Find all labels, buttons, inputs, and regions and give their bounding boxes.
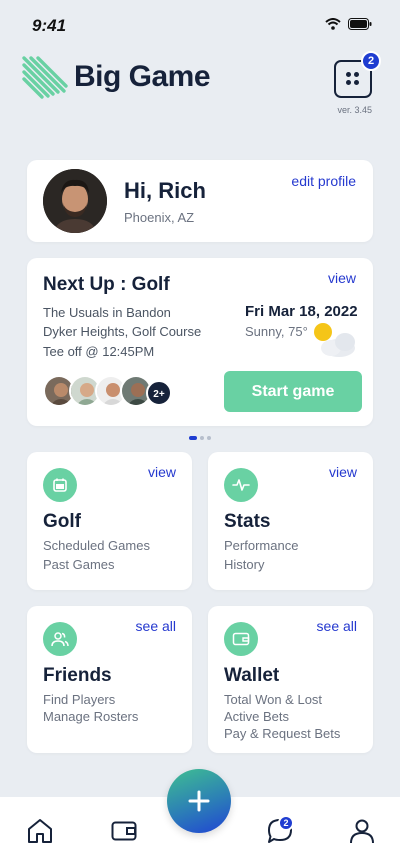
wallet-tile-title: Wallet: [224, 665, 280, 686]
user-avatar: [43, 169, 107, 233]
status-bar: 9:41: [0, 0, 400, 50]
next-up-view-link[interactable]: view: [328, 270, 356, 286]
stats-history[interactable]: History: [224, 557, 264, 572]
nav-profile[interactable]: [348, 817, 376, 845]
golf-tile[interactable]: view Golf Scheduled Games Past Games: [27, 452, 192, 590]
stats-performance[interactable]: Performance: [224, 538, 298, 553]
app-version: ver. 3.45: [337, 105, 372, 115]
grid-dots-icon: [346, 72, 360, 86]
carousel-pagination[interactable]: [189, 436, 211, 440]
wallet-tile[interactable]: see all Wallet Total Won & Lost Active B…: [208, 606, 373, 753]
menu-notification-badge: 2: [361, 51, 381, 71]
nav-wallet[interactable]: [110, 817, 138, 845]
greeting: Hi, Rich: [124, 178, 206, 203]
game-group: The Usuals in Bandon: [43, 305, 171, 320]
status-time: 9:41: [32, 16, 67, 35]
brand-logo: Big Game: [20, 52, 211, 102]
add-icon: [188, 790, 210, 812]
wallet-pay-request-bets[interactable]: Pay & Request Bets: [224, 726, 340, 741]
game-date: Fri Mar 18, 2022: [245, 303, 358, 320]
stats-view-link[interactable]: view: [329, 464, 357, 480]
next-up-card: Next Up : Golf view The Usuals in Bandon…: [27, 258, 373, 426]
next-up-title: Next Up : Golf: [43, 274, 170, 295]
profile-card: Hi, Rich Phoenix, AZ edit profile: [27, 160, 373, 242]
wallet-icon: [111, 821, 137, 841]
start-game-button[interactable]: Start game: [224, 371, 362, 412]
golf-view-link[interactable]: view: [148, 464, 176, 480]
friends-see-all-link[interactable]: see all: [136, 618, 176, 634]
stats-tile[interactable]: view Stats Performance History: [208, 452, 373, 590]
wallet-icon: [224, 622, 258, 656]
game-course: Dyker Heights, Golf Course: [43, 324, 202, 339]
home-icon: [28, 819, 52, 843]
golf-past-games[interactable]: Past Games: [43, 557, 115, 572]
brand-name: Big Game: [74, 60, 211, 93]
profile-icon: [350, 819, 374, 844]
wifi-icon: [325, 18, 341, 30]
nav-home[interactable]: [26, 817, 54, 845]
edit-profile-link[interactable]: edit profile: [291, 173, 356, 189]
game-weather: Sunny, 75°: [245, 324, 308, 339]
calendar-icon: [43, 468, 77, 502]
golf-scheduled-games[interactable]: Scheduled Games: [43, 538, 150, 553]
chat-notification-badge: 2: [278, 815, 294, 831]
partly-sunny-icon: [314, 323, 355, 357]
friends-find-players[interactable]: Find Players: [43, 692, 115, 707]
friends-manage-rosters[interactable]: Manage Rosters: [43, 709, 138, 724]
activity-icon: [224, 468, 258, 502]
add-game-button[interactable]: [167, 769, 231, 833]
wallet-active-bets[interactable]: Active Bets: [224, 709, 289, 724]
friends-tile-title: Friends: [43, 665, 112, 686]
more-players-badge: 2+: [146, 380, 172, 406]
users-icon: [43, 622, 77, 656]
game-tee-off: Tee off @ 12:45PM: [43, 344, 155, 359]
stats-tile-title: Stats: [224, 511, 271, 532]
status-icons: [325, 18, 372, 30]
wallet-total-won-lost[interactable]: Total Won & Lost: [224, 692, 322, 707]
brand-mark-icon: [22, 56, 68, 99]
friends-tile[interactable]: see all Friends Find Players Manage Rost…: [27, 606, 192, 753]
wallet-see-all-link[interactable]: see all: [317, 618, 357, 634]
user-location: Phoenix, AZ: [124, 210, 195, 225]
battery-icon: [348, 18, 372, 30]
golf-tile-title: Golf: [43, 511, 81, 532]
player-avatars[interactable]: 2+: [43, 375, 183, 409]
